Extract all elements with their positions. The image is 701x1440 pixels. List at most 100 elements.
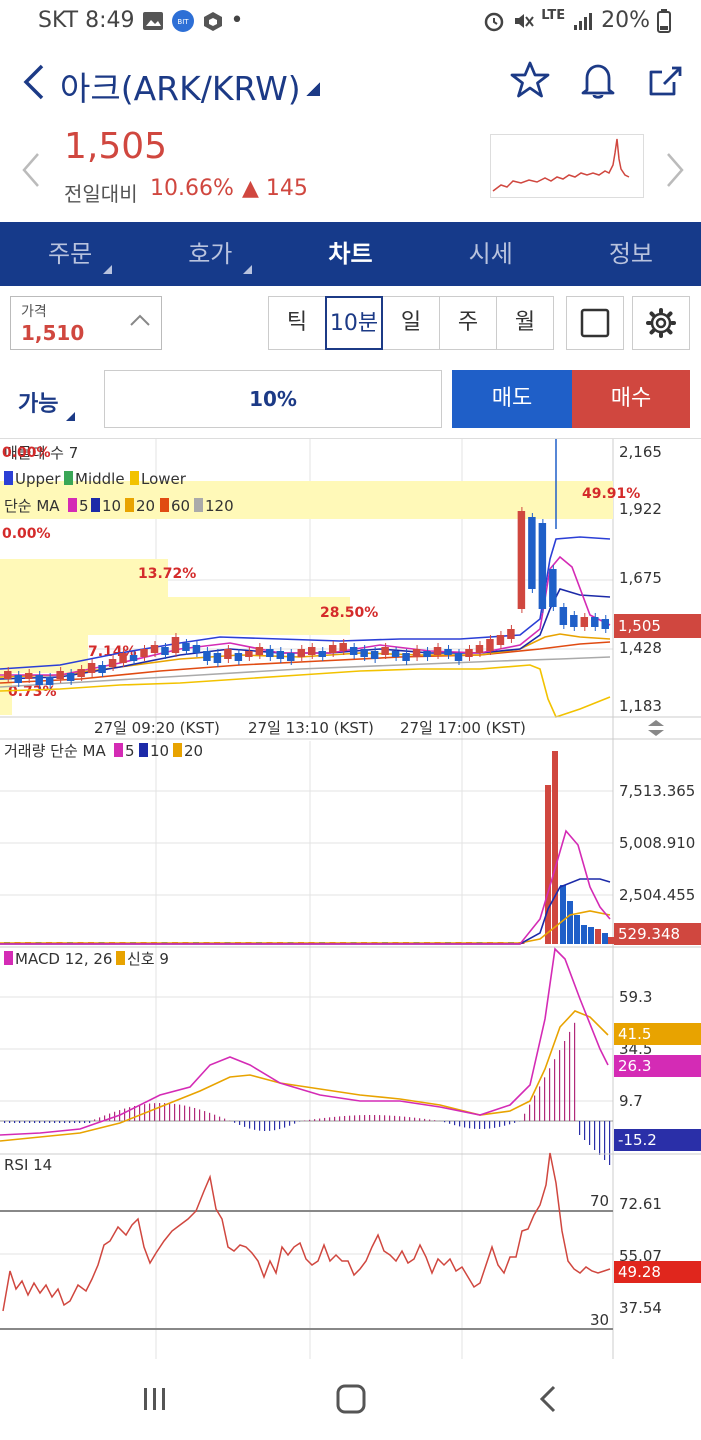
macd-hist-bar: [539, 1086, 541, 1121]
ma10-swatch: [91, 498, 100, 512]
tab-chart[interactable]: 차트: [280, 222, 420, 286]
period-tick[interactable]: 틱: [268, 296, 326, 350]
macd-hist-bar: [499, 1121, 501, 1127]
ma-legend-label: 단순 MA: [4, 497, 60, 515]
y-tick: 37.54: [619, 1299, 662, 1317]
macd-hist-bar: [609, 1121, 611, 1165]
price-chart[interactable]: 매물대 수 7 Upper Middle Lower 단순 MA 5 10 20…: [0, 438, 701, 1360]
share-icon[interactable]: [646, 60, 686, 100]
rsi-last-tag-label: 49.28: [618, 1263, 661, 1281]
macd-hist-bar: [14, 1121, 16, 1123]
tab-orderbook[interactable]: 호가: [140, 222, 280, 286]
submenu-corner-icon: [243, 265, 253, 274]
volume-bar: [567, 901, 573, 944]
macd-hist-bar: [424, 1118, 426, 1121]
percent-field[interactable]: 10%: [104, 370, 442, 428]
ma10-label: 10: [102, 497, 121, 515]
vol-ma20-label: 20: [184, 742, 203, 760]
price-label: 가격: [21, 304, 47, 320]
settings-button[interactable]: [632, 296, 690, 350]
candle: [475, 645, 484, 653]
back-nav-icon[interactable]: [534, 1384, 564, 1414]
chart-canvas[interactable]: 매물대 수 7 Upper Middle Lower 단순 MA 5 10 20…: [0, 439, 701, 1361]
candle: [528, 517, 536, 589]
macd-hist-bar: [349, 1115, 351, 1121]
macd-hist-bar: [319, 1118, 321, 1121]
macd-hist-bar: [409, 1117, 411, 1121]
change-percent: 10.66%: [150, 176, 234, 201]
submenu-corner-icon: [103, 265, 113, 274]
x-tick: 27일 13:10 (KST): [248, 719, 374, 737]
bb-lower-label: Lower: [141, 470, 187, 488]
period-10min[interactable]: 10분: [325, 296, 383, 350]
mini-chart[interactable]: [490, 134, 644, 198]
tab-info[interactable]: 정보: [561, 222, 701, 286]
volume-bar: [552, 751, 558, 944]
rsi-legend: RSI 14: [4, 1156, 52, 1174]
fibo-label: 13.72%: [138, 566, 196, 582]
period-week[interactable]: 주: [439, 296, 497, 350]
macd-hist-bar: [474, 1121, 476, 1129]
macd-hist-bar: [494, 1121, 496, 1128]
fibo-label: 0.00%: [2, 445, 51, 461]
buy-button[interactable]: 매수: [572, 370, 690, 428]
sell-button[interactable]: 매도: [452, 370, 572, 428]
market-title[interactable]: 아크(ARK/KRW): [60, 62, 301, 110]
macd-hist-bar: [394, 1115, 396, 1121]
bb-middle-swatch: [64, 471, 73, 485]
back-arrow-icon[interactable]: [18, 62, 52, 102]
bollinger-legend: Upper Middle Lower: [4, 470, 187, 488]
price-stepper[interactable]: 가격 1,510: [10, 296, 162, 350]
macd-hist-bar: [464, 1121, 466, 1128]
macd-hist-bar: [269, 1121, 271, 1131]
fullscreen-button[interactable]: [566, 296, 624, 350]
favorite-star-icon[interactable]: [510, 60, 550, 100]
square-icon: [580, 308, 610, 338]
y-tick: 7,513.365: [619, 782, 695, 800]
vol-ma5-label: 5: [125, 742, 135, 760]
signal-tag-label: 41.5: [618, 1025, 651, 1043]
chevron-up-icon[interactable]: [129, 313, 151, 327]
home-icon[interactable]: [334, 1382, 368, 1416]
candle: [119, 653, 127, 663]
macd-hist-bar: [354, 1115, 356, 1121]
ma5-label: 5: [79, 497, 89, 515]
app-header: 아크(ARK/KRW): [0, 44, 701, 122]
panel-resize-handle-icon[interactable]: [648, 720, 664, 736]
volume-bar: [560, 885, 566, 944]
market-dropdown-icon[interactable]: [306, 82, 320, 96]
status-bar: SKT 8:49 BIT • LTE 20%: [0, 0, 701, 44]
macd-hist-bar: [279, 1121, 281, 1130]
tab-order[interactable]: 주문: [0, 222, 140, 286]
tab-quotes[interactable]: 시세: [421, 222, 561, 286]
cube-icon: [203, 12, 222, 31]
macd-hist-bar: [359, 1115, 361, 1121]
candle: [486, 639, 494, 651]
next-market-icon[interactable]: [662, 152, 686, 188]
notification-bell-icon[interactable]: [578, 60, 618, 100]
macd-hist-bar: [324, 1117, 326, 1121]
tab-quotes-label: 시세: [468, 240, 513, 268]
macd-hist-bar: [434, 1120, 436, 1121]
candle: [192, 645, 201, 653]
prev-market-icon[interactable]: [20, 152, 44, 188]
candle: [297, 649, 305, 657]
candle: [580, 617, 589, 627]
macd-hist-bar: [469, 1121, 471, 1129]
recent-apps-icon[interactable]: [140, 1384, 170, 1414]
period-day[interactable]: 일: [382, 296, 440, 350]
bb-middle-label: Middle: [75, 470, 125, 488]
candle: [56, 671, 64, 679]
vol-ma10-swatch: [139, 743, 148, 757]
volume-ma-lines: [0, 829, 611, 945]
macd-hist-bar: [309, 1119, 311, 1121]
macd-tag-label: 26.3: [618, 1057, 651, 1075]
macd-hist-bar: [124, 1108, 126, 1121]
macd-hist-bar: [84, 1121, 86, 1123]
period-month[interactable]: 월: [496, 296, 554, 350]
macd-hist-bar: [79, 1121, 81, 1123]
macd-hist-bar: [304, 1120, 306, 1121]
candle: [549, 569, 557, 607]
available-dropdown[interactable]: 가능: [18, 386, 58, 418]
macd-hist-bar: [284, 1121, 286, 1128]
